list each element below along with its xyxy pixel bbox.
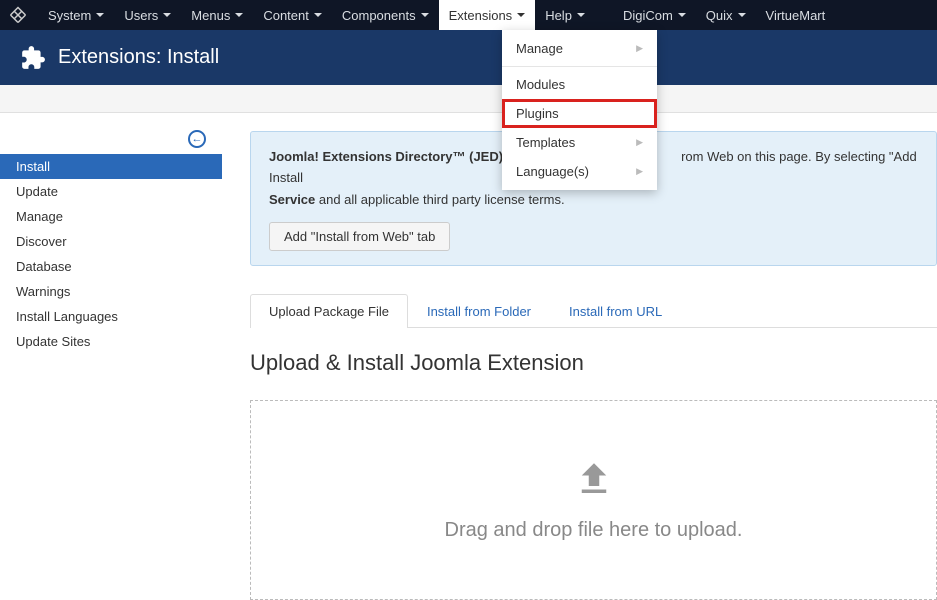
dropdown-label: Modules — [516, 77, 565, 92]
caret-icon — [314, 13, 322, 17]
sidebar-item-update[interactable]: Update — [0, 179, 222, 204]
menu-extensions[interactable]: Extensions — [439, 0, 536, 30]
sidebar: ← Install Update Manage Discover Databas… — [0, 113, 222, 597]
menu-label: DigiCom — [623, 8, 673, 23]
page-header: Extensions: Install — [0, 30, 937, 85]
tab-label: Install from Folder — [427, 304, 531, 319]
toolbar-strip — [0, 85, 937, 113]
chevron-right-icon: ▶ — [636, 166, 643, 177]
sidebar-item-label: Update — [16, 184, 58, 199]
joomla-logo-icon — [8, 5, 28, 25]
menu-menus[interactable]: Menus — [181, 0, 253, 30]
admin-topbar: System Users Menus Content Components Ex… — [0, 0, 937, 30]
menu-quix[interactable]: Quix — [696, 0, 756, 30]
dropdown-label: Plugins — [516, 106, 559, 121]
caret-icon — [517, 13, 525, 17]
dropdown-separator — [502, 66, 657, 67]
sidebar-item-manage[interactable]: Manage — [0, 204, 222, 229]
chevron-right-icon: ▶ — [636, 137, 643, 148]
tab-install-url[interactable]: Install from URL — [550, 294, 681, 328]
caret-icon — [421, 13, 429, 17]
puzzle-icon — [20, 45, 46, 71]
menu-label: Content — [263, 8, 309, 23]
body-area: ← Install Update Manage Discover Databas… — [0, 113, 937, 597]
notice-lead: Joomla! Extensions Directory™ (JED) — [269, 149, 503, 164]
upload-dropzone[interactable]: Drag and drop file here to upload. — [250, 400, 937, 600]
tab-upload-package[interactable]: Upload Package File — [250, 294, 408, 328]
dropdown-manage[interactable]: Manage ▶ — [502, 34, 657, 63]
back-arrow-icon: ← — [188, 130, 206, 148]
sidebar-item-install-languages[interactable]: Install Languages — [0, 304, 222, 329]
dropdown-label: Language(s) — [516, 164, 589, 179]
menu-users[interactable]: Users — [114, 0, 181, 30]
add-install-from-web-button[interactable]: Add "Install from Web" tab — [269, 222, 450, 251]
menu-label: Menus — [191, 8, 230, 23]
menu-system[interactable]: System — [38, 0, 114, 30]
dropdown-templates[interactable]: Templates ▶ — [502, 128, 657, 157]
dropdown-languages[interactable]: Language(s) ▶ — [502, 157, 657, 186]
sidebar-back[interactable]: ← — [0, 123, 222, 154]
dropdown-modules[interactable]: Modules — [502, 70, 657, 99]
page-title: Extensions: Install — [58, 46, 219, 69]
caret-icon — [577, 13, 585, 17]
caret-icon — [235, 13, 243, 17]
chevron-right-icon: ▶ — [636, 43, 643, 54]
sidebar-item-label: Install Languages — [16, 309, 118, 324]
menu-label: Components — [342, 8, 416, 23]
caret-icon — [163, 13, 171, 17]
sidebar-item-warnings[interactable]: Warnings — [0, 279, 222, 304]
dropzone-text: Drag and drop file here to upload. — [445, 519, 743, 542]
menu-label: System — [48, 8, 91, 23]
sidebar-item-update-sites[interactable]: Update Sites — [0, 329, 222, 354]
menu-digicom[interactable]: DigiCom — [613, 0, 696, 30]
menu-components[interactable]: Components — [332, 0, 439, 30]
sidebar-item-install[interactable]: Install — [0, 154, 222, 179]
notice-bold: Service — [269, 192, 315, 207]
menu-content[interactable]: Content — [253, 0, 332, 30]
sidebar-item-label: Warnings — [16, 284, 70, 299]
menu-help[interactable]: Help — [535, 0, 595, 30]
menu-label: Users — [124, 8, 158, 23]
tab-label: Install from URL — [569, 304, 662, 319]
caret-icon — [678, 13, 686, 17]
caret-icon — [738, 13, 746, 17]
sidebar-list: Install Update Manage Discover Database … — [0, 154, 222, 354]
dropdown-label: Templates — [516, 135, 575, 150]
install-tabs: Upload Package File Install from Folder … — [250, 294, 937, 328]
notice-text-fragment: and all applicable third party license t… — [315, 192, 564, 207]
sidebar-item-discover[interactable]: Discover — [0, 229, 222, 254]
sidebar-item-label: Update Sites — [16, 334, 90, 349]
upload-heading: Upload & Install Joomla Extension — [250, 350, 937, 376]
tab-label: Upload Package File — [269, 304, 389, 319]
menu-label: Help — [545, 8, 572, 23]
dropdown-plugins[interactable]: Plugins — [502, 99, 657, 128]
extensions-dropdown: Manage ▶ Modules Plugins Templates ▶ Langu… — [502, 30, 657, 190]
menu-label: VirtueMart — [766, 8, 826, 23]
sidebar-item-label: Discover — [16, 234, 67, 249]
menu-label: Extensions — [449, 8, 513, 23]
dropdown-label: Manage — [516, 41, 563, 56]
tab-install-folder[interactable]: Install from Folder — [408, 294, 550, 328]
sidebar-item-label: Install — [16, 159, 50, 174]
sidebar-item-database[interactable]: Database — [0, 254, 222, 279]
sidebar-item-label: Database — [16, 259, 72, 274]
caret-icon — [96, 13, 104, 17]
notice-text-fragment: rom Web — [681, 149, 734, 164]
sidebar-item-label: Manage — [16, 209, 63, 224]
menu-virtuemart[interactable]: VirtueMart — [756, 0, 836, 30]
notice-text-line2: Service and all applicable third party l… — [269, 189, 918, 210]
menu-label: Quix — [706, 8, 733, 23]
upload-icon — [573, 458, 615, 505]
